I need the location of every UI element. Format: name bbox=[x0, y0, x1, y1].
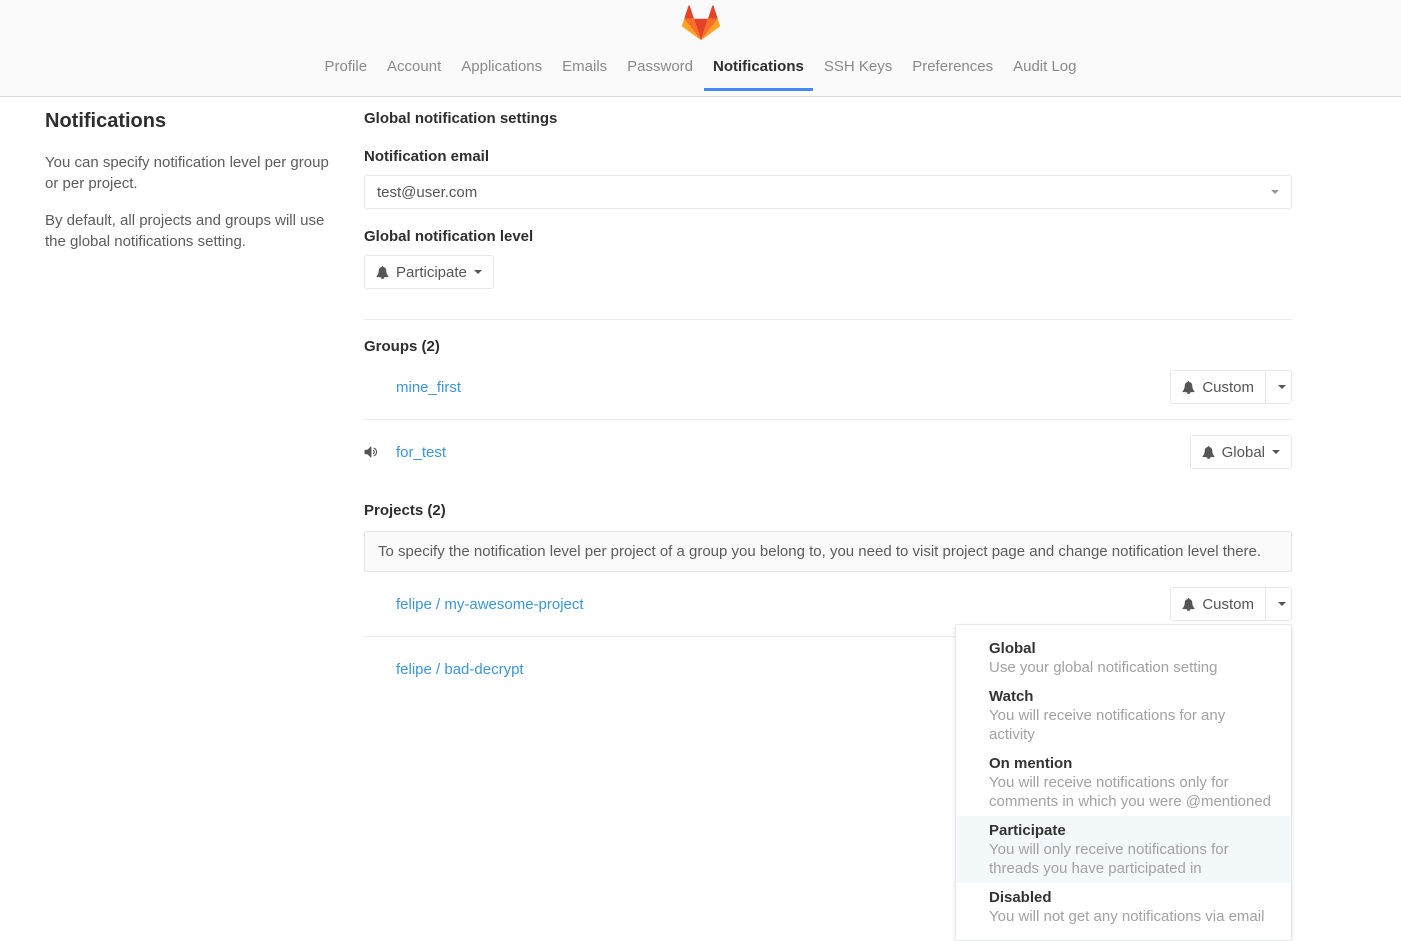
dropdown-item-global[interactable]: Global Use your global notification sett… bbox=[956, 634, 1291, 682]
caret-down-icon bbox=[1278, 385, 1286, 389]
global-notification-level-button[interactable]: Participate bbox=[364, 255, 494, 289]
global-settings-heading: Global notification settings bbox=[364, 110, 1292, 127]
global-notification-level-value: Participate bbox=[396, 264, 467, 281]
notifications-description-panel: Notifications You can specify notificati… bbox=[45, 97, 364, 701]
dropdown-item-description: Use your global notification setting bbox=[989, 658, 1275, 677]
projects-heading: Projects (2) bbox=[364, 502, 1292, 519]
group-notification-button[interactable]: Custom bbox=[1170, 370, 1266, 404]
project-link-bad-decrypt[interactable]: felipe / bad-decrypt bbox=[396, 661, 524, 678]
profile-settings-header: Profile Account Applications Emails Pass… bbox=[0, 0, 1401, 97]
dropdown-item-description: You will receive notifications only for … bbox=[989, 773, 1275, 811]
select-caret-icon bbox=[1271, 190, 1279, 194]
gitlab-logo-icon bbox=[681, 4, 721, 40]
groups-heading: Groups (2) bbox=[364, 338, 1292, 355]
group-notification-level: Custom bbox=[1202, 379, 1254, 396]
tab-preferences[interactable]: Preferences bbox=[903, 45, 1002, 90]
caret-down-icon bbox=[1272, 450, 1280, 454]
tab-profile[interactable]: Profile bbox=[316, 45, 377, 90]
tab-applications[interactable]: Applications bbox=[452, 45, 551, 90]
group-notification-level: Global bbox=[1222, 444, 1265, 461]
group-row: for_test Global bbox=[364, 420, 1292, 484]
dropdown-item-watch[interactable]: Watch You will receive notifications for… bbox=[956, 682, 1291, 749]
tab-password[interactable]: Password bbox=[618, 45, 702, 90]
tab-emails[interactable]: Emails bbox=[553, 45, 616, 90]
group-row: mine_first Custom bbox=[364, 355, 1292, 420]
notification-email-label: Notification email bbox=[364, 148, 1292, 165]
dropdown-item-title: On mention bbox=[989, 754, 1275, 773]
dropdown-item-description: You will only receive notifications for … bbox=[989, 840, 1275, 878]
project-notification-level: Custom bbox=[1202, 596, 1254, 613]
group-notification-dropdown-toggle[interactable] bbox=[1265, 370, 1292, 404]
tab-notifications[interactable]: Notifications bbox=[704, 45, 813, 90]
group-link-for-test[interactable]: for_test bbox=[396, 444, 446, 461]
global-notification-level-label: Global notification level bbox=[364, 228, 1292, 245]
volume-up-icon bbox=[364, 444, 396, 460]
project-notification-dropdown-toggle[interactable] bbox=[1265, 587, 1292, 621]
bell-icon bbox=[1202, 446, 1215, 459]
dropdown-item-participate[interactable]: Participate You will only receive notifi… bbox=[956, 816, 1291, 883]
group-notification-button[interactable]: Global bbox=[1190, 435, 1292, 469]
project-row: felipe / my-awesome-project Custom bbox=[364, 572, 1292, 637]
profile-nav-tabs: Profile Account Applications Emails Pass… bbox=[0, 45, 1401, 90]
section-divider bbox=[364, 319, 1292, 320]
caret-down-icon bbox=[474, 270, 482, 274]
tab-account[interactable]: Account bbox=[378, 45, 450, 90]
dropdown-item-description: You will not get any notifications via e… bbox=[989, 907, 1275, 926]
bell-icon bbox=[1182, 598, 1195, 611]
dropdown-item-on-mention[interactable]: On mention You will receive notification… bbox=[956, 749, 1291, 816]
notification-email-select[interactable]: test@user.com bbox=[364, 175, 1292, 209]
dropdown-item-disabled[interactable]: Disabled You will not get any notificati… bbox=[956, 883, 1291, 931]
projects-note: To specify the notification level per pr… bbox=[364, 531, 1292, 572]
tab-ssh-keys[interactable]: SSH Keys bbox=[815, 45, 901, 90]
caret-down-icon bbox=[1278, 602, 1286, 606]
page-title: Notifications bbox=[45, 110, 346, 133]
group-link-mine-first[interactable]: mine_first bbox=[396, 379, 461, 396]
dropdown-item-title: Watch bbox=[989, 687, 1275, 706]
dropdown-item-title: Disabled bbox=[989, 888, 1275, 907]
project-link-my-awesome-project[interactable]: felipe / my-awesome-project bbox=[396, 596, 584, 613]
notification-email-value: test@user.com bbox=[377, 184, 477, 201]
description-paragraph: By default, all projects and groups will… bbox=[45, 210, 346, 252]
dropdown-item-title: Global bbox=[989, 639, 1275, 658]
dropdown-item-description: You will receive notifications for any a… bbox=[989, 706, 1275, 744]
bell-icon bbox=[1182, 381, 1195, 394]
dropdown-item-title: Participate bbox=[989, 821, 1275, 840]
project-notification-button[interactable]: Custom bbox=[1170, 587, 1266, 621]
bell-icon bbox=[376, 266, 389, 279]
notification-level-dropdown: Global Use your global notification sett… bbox=[955, 624, 1292, 941]
tab-audit-log[interactable]: Audit Log bbox=[1004, 45, 1085, 90]
description-paragraph: You can specify notification level per g… bbox=[45, 152, 346, 194]
